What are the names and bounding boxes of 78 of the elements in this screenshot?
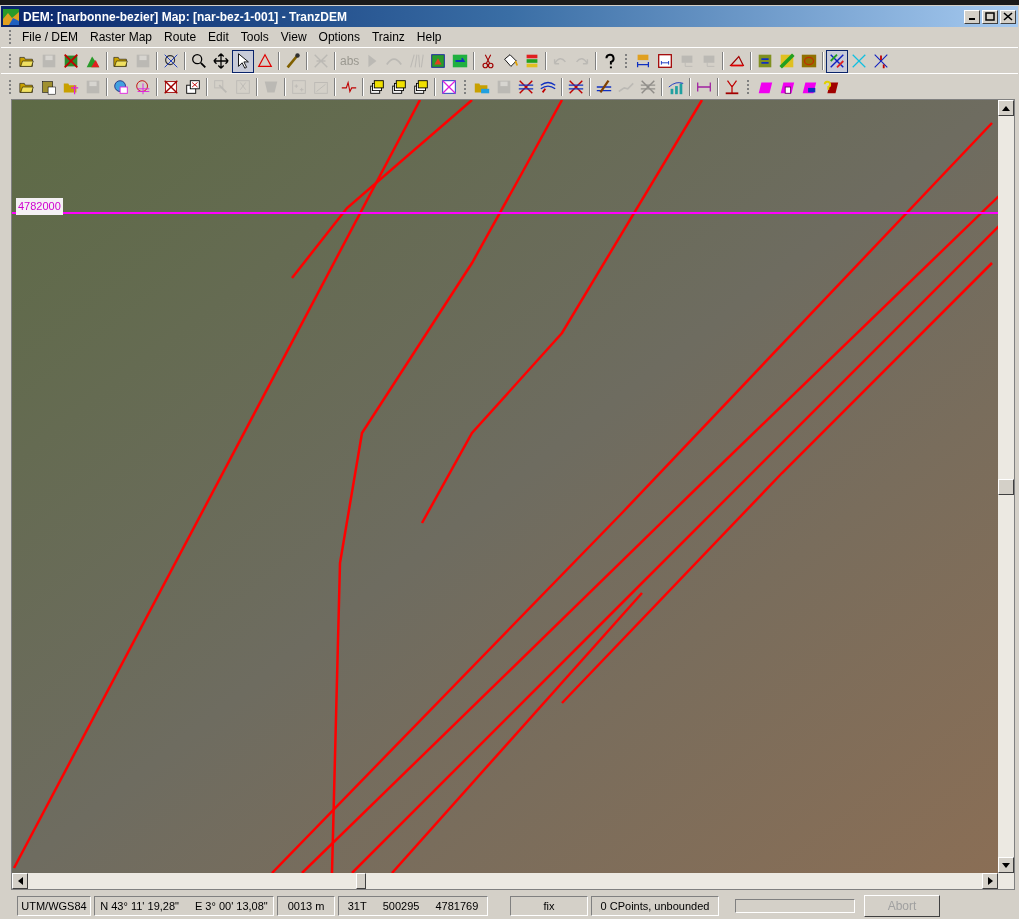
menu-item[interactable]: Edit [202, 28, 235, 46]
help-icon [822, 78, 840, 96]
menu-item[interactable]: Trainz [365, 28, 411, 46]
scroll-up-button[interactable] [998, 100, 1014, 116]
magnifier-icon [190, 52, 208, 70]
scroll-thumb[interactable] [356, 873, 366, 889]
crossed-magnifier-icon [162, 52, 180, 70]
cpoints-field: 0 CPoints, unbounded [591, 896, 719, 916]
scroll-right-button[interactable] [982, 873, 998, 889]
toolbar-grip[interactable] [9, 78, 12, 96]
projection-field: UTM/WGS84 [17, 896, 91, 916]
fork-icon [723, 78, 741, 96]
tracks-icon [407, 52, 426, 70]
right-arrow-icon [987, 877, 993, 885]
crossed-lines-icon [639, 78, 657, 96]
crossed-map-icon [62, 52, 80, 70]
maximize-icon [985, 12, 995, 21]
globe-icon [112, 78, 130, 96]
menu-item[interactable]: Raster Map [84, 28, 159, 46]
minimize-button[interactable] [964, 9, 980, 24]
menu-item[interactable]: File / DEM [16, 28, 84, 46]
map-icon [451, 52, 470, 70]
menu-item[interactable]: View [274, 28, 313, 46]
triangle-icon [256, 52, 274, 70]
window-title: DEM: [narbonne-bezier] Map: [nar-bez-1-001] - TranzDEM [23, 8, 348, 26]
framed-map-icon [429, 52, 448, 70]
crossed-lines-icon [828, 52, 847, 70]
aerial-photo-placeholder[interactable]: 4782000 [12, 100, 998, 873]
mode-field: fix [510, 896, 588, 916]
toolbar-grip[interactable] [747, 78, 750, 96]
close-button[interactable] [1000, 9, 1016, 24]
toolbar-button[interactable] [232, 49, 254, 73]
map-icon [778, 52, 797, 70]
up-arrow-icon [1002, 105, 1010, 111]
contour-icon [800, 52, 819, 70]
scroll-down-button[interactable] [998, 857, 1014, 873]
ruler-icon [656, 52, 675, 70]
close-icon [1003, 12, 1013, 21]
vertical-scrollbar[interactable] [998, 100, 1014, 873]
paint-bucket-icon [501, 52, 520, 70]
menu-item[interactable]: Tools [234, 28, 275, 46]
grid-icon [134, 78, 152, 96]
menu-item[interactable]: Help [410, 28, 448, 46]
layers-icon [412, 78, 430, 96]
layers-icon [368, 78, 386, 96]
latitude-text: N 43° 11' 19,28" [100, 898, 179, 914]
toolbar-grip[interactable] [9, 28, 12, 46]
scroll-left-button[interactable] [12, 873, 28, 889]
pulse-icon [340, 78, 358, 96]
terrain-app-icon [3, 8, 19, 25]
crossed-lines-icon [312, 52, 330, 70]
scroll-thumb[interactable] [998, 478, 1014, 495]
pen-icon [595, 78, 613, 96]
crossed-box-icon [162, 78, 180, 96]
down-arrow-icon [1002, 862, 1010, 868]
crossed-lines-icon [517, 78, 535, 96]
grid-label: 4782000 [16, 198, 63, 215]
northing-text: 4781769 [435, 898, 479, 914]
elevation-field: 0013 m [277, 896, 335, 916]
layers-icon [390, 78, 408, 96]
crossed-box-icon [440, 78, 458, 96]
menu-item[interactable]: Route [158, 28, 203, 46]
arrow-box-icon [212, 78, 230, 96]
longitude-text: E 3° 00' 13,08" [194, 898, 268, 914]
menu-item[interactable]: Options [312, 28, 366, 46]
easting-text: 500295 [382, 898, 420, 914]
toolbar-grip[interactable] [464, 78, 467, 96]
left-arrow-icon [17, 877, 23, 885]
toolbar-grip[interactable] [625, 52, 629, 70]
crossed-lines-icon [567, 78, 585, 96]
utm-zone-text: 31T [347, 898, 367, 914]
pen-icon [284, 52, 302, 70]
move-arrows-icon [212, 52, 230, 70]
layers-icon [184, 78, 202, 96]
toolbar-grip[interactable] [9, 52, 12, 70]
maximize-button[interactable] [982, 9, 998, 24]
toolbar-button[interactable] [826, 49, 849, 73]
horizontal-scrollbar[interactable] [12, 873, 1014, 889]
